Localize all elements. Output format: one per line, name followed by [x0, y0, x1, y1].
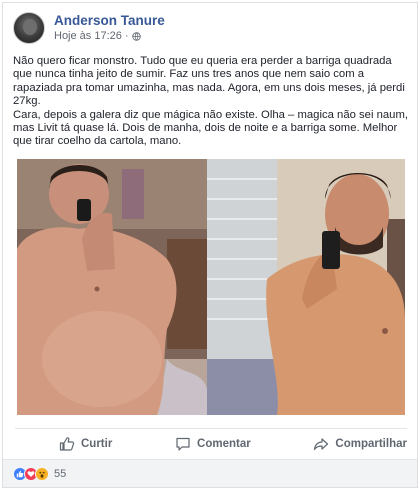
share-icon	[314, 438, 329, 451]
divider	[15, 428, 407, 429]
thumbs-up-icon	[59, 437, 75, 451]
post-photos[interactable]	[17, 159, 405, 415]
post-paragraph: Não quero ficar monstro. Tudo que eu que…	[13, 55, 405, 108]
reaction-icons[interactable]	[13, 466, 49, 481]
post-actions: Curtir Comentar Compartilhar	[15, 431, 407, 457]
post-paragraph: Cara, depois a galera diz que mágica não…	[13, 108, 408, 148]
comment-icon	[176, 437, 190, 451]
share-label: Compartilhar	[335, 438, 407, 450]
wow-icon	[35, 466, 49, 481]
post-time[interactable]: Hoje às 17:26	[54, 29, 122, 43]
reaction-count[interactable]: 55	[54, 468, 66, 480]
photo-after-image	[207, 159, 405, 415]
photo-before-image	[17, 159, 207, 415]
share-button[interactable]: Compartilhar	[313, 436, 407, 452]
photo-before[interactable]	[17, 159, 207, 415]
post-header-text: Anderson Tanure Hoje às 17:26 ·	[54, 13, 165, 43]
post-header: Anderson Tanure Hoje às 17:26 ·	[13, 11, 165, 45]
reactions-bar[interactable]: 55	[3, 459, 417, 487]
globe-icon	[131, 31, 141, 41]
avatar[interactable]	[13, 12, 45, 44]
post-card: Anderson Tanure Hoje às 17:26 · Não quer…	[2, 2, 418, 488]
like-label: Curtir	[81, 438, 113, 450]
like-button[interactable]: Curtir	[59, 436, 112, 452]
comment-label: Comentar	[197, 438, 251, 450]
post-text: Não quero ficar monstro. Tudo que eu que…	[13, 55, 413, 149]
photo-after[interactable]	[207, 159, 405, 415]
author-name[interactable]: Anderson Tanure	[54, 13, 165, 29]
comment-button[interactable]: Comentar	[175, 436, 251, 452]
post-meta: Hoje às 17:26 ·	[54, 29, 165, 43]
meta-separator: ·	[124, 30, 129, 42]
